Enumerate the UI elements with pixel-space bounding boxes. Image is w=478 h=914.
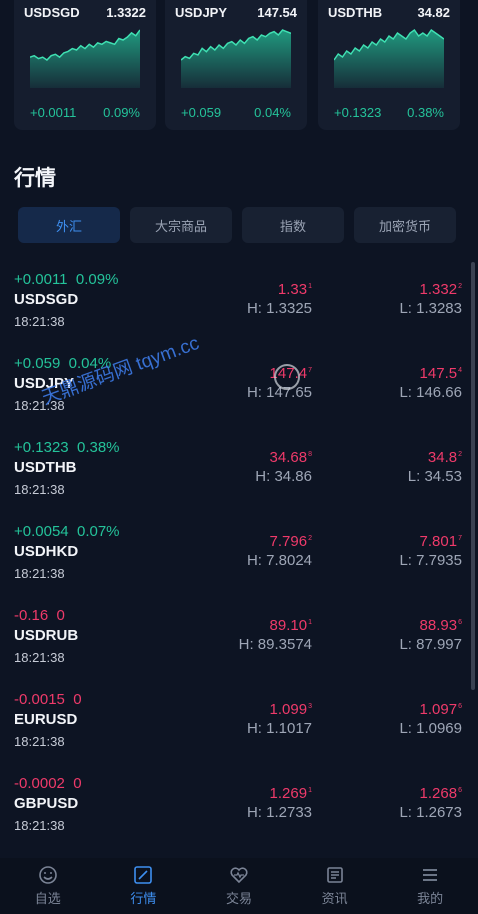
quote-list: +0.0011 0.09% USDSGD 18:21:38 1.331 H: 1…	[0, 260, 470, 848]
market-tabs: 外汇 大宗商品 指数 加密货币	[18, 207, 458, 243]
sparkline-chart	[30, 29, 140, 88]
card-percent: 0.04%	[254, 105, 291, 120]
card-percent: 0.38%	[407, 105, 444, 120]
high-price: H: 7.8024	[246, 552, 312, 569]
row-time: 18:21:38	[14, 482, 65, 497]
card-change: +0.1323	[334, 105, 382, 120]
low-price: L: 7.7935	[399, 552, 462, 569]
quote-row[interactable]: -0.0015 0 EURUSD 18:21:38 1.0993 H: 1.10…	[0, 680, 470, 764]
row-symbol: GBPUSD	[14, 795, 79, 812]
ask-price: 1.0976	[419, 701, 462, 718]
row-symbol: USDSGD	[14, 291, 79, 308]
row-time: 18:21:38	[14, 818, 65, 833]
card-symbol: USDTHB	[328, 5, 383, 20]
tab-commodities[interactable]: 大宗商品	[130, 207, 232, 243]
bid-price: 34.688	[269, 449, 312, 466]
card-change: +0.0011	[30, 105, 77, 120]
tab-forex[interactable]: 外汇	[18, 207, 120, 243]
smiley-icon	[38, 866, 57, 884]
quote-row[interactable]: +0.0011 0.09% USDSGD 18:21:38 1.331 H: 1…	[0, 260, 470, 344]
sparkline-chart	[181, 29, 291, 88]
chart-square-icon	[134, 866, 153, 884]
row-symbol: USDHKD	[14, 543, 79, 560]
high-price: H: 1.3325	[246, 300, 312, 317]
row-time: 18:21:38	[14, 734, 65, 749]
low-price: L: 87.997	[399, 636, 462, 653]
bid-price: 1.331	[277, 281, 312, 298]
row-change: -0.0015 0	[14, 691, 82, 708]
high-price: H: 1.1017	[246, 720, 312, 737]
row-change: -0.16 0	[14, 607, 65, 624]
ask-price: 88.936	[419, 617, 462, 634]
bid-price: 7.7962	[269, 533, 312, 550]
card-price: 147.54	[257, 5, 297, 20]
row-change: +0.0054 0.07%	[14, 523, 120, 540]
nav-item-watchlist[interactable]: 自选	[0, 858, 96, 914]
bottom-nav: 自选 行情 交易 资讯 我的	[0, 858, 478, 914]
row-time: 18:21:38	[14, 566, 65, 581]
bid-price: 1.2691	[269, 785, 312, 802]
card-symbol: USDSGD	[24, 5, 80, 20]
ask-price: 1.3322	[419, 281, 462, 298]
nav-item-trade[interactable]: 交易	[191, 858, 287, 914]
ask-price: 1.2686	[419, 785, 462, 802]
high-price: H: 1.2733	[246, 804, 312, 821]
row-symbol: EURUSD	[14, 711, 78, 728]
row-change: +0.0011 0.09%	[14, 271, 119, 288]
card-percent: 0.09%	[103, 105, 140, 120]
low-price: L: 1.0969	[399, 720, 462, 737]
quote-row[interactable]: -0.0002 0 GBPUSD 18:21:38 1.2691 H: 1.27…	[0, 764, 470, 848]
low-price: L: 1.2673	[399, 804, 462, 821]
nav-item-profile[interactable]: 我的	[382, 858, 478, 914]
sparkline-area	[181, 30, 291, 88]
heart-pulse-icon	[230, 867, 248, 884]
menu-lines-icon	[423, 869, 438, 881]
high-price: H: 89.3574	[238, 636, 312, 653]
row-change: -0.0002 0	[14, 775, 82, 792]
tab-indices[interactable]: 指数	[242, 207, 344, 243]
row-time: 18:21:38	[14, 650, 65, 665]
card-symbol: USDJPY	[175, 5, 228, 20]
quote-row[interactable]: -0.16 0 USDRUB 18:21:38 89.101 H: 89.357…	[0, 596, 470, 680]
nav-label: 我的	[417, 891, 444, 906]
low-price: L: 34.53	[407, 468, 462, 485]
newspaper-icon	[326, 867, 343, 883]
row-symbol: USDRUB	[14, 627, 79, 644]
row-time: 18:21:38	[14, 314, 65, 329]
bid-price: 89.101	[269, 617, 312, 634]
row-symbol: USDTHB	[14, 459, 77, 476]
ticker-cards: USDSGD 1.3322 +0.0011 0.09% USDJPY 147.5…	[14, 0, 478, 130]
ask-price: 34.82	[427, 449, 462, 466]
bid-price: 1.0993	[269, 701, 312, 718]
nav-item-news[interactable]: 资讯	[287, 858, 383, 914]
nav-label: 资讯	[321, 891, 348, 906]
ticker-card[interactable]: USDSGD 1.3322 +0.0011 0.09%	[14, 0, 156, 130]
row-change: +0.1323 0.38%	[14, 439, 120, 456]
quote-row[interactable]: +0.0054 0.07% USDHKD 18:21:38 7.7962 H: …	[0, 512, 470, 596]
ask-price: 147.54	[419, 365, 462, 382]
low-price: L: 146.66	[399, 384, 462, 401]
quote-row[interactable]: +0.1323 0.38% USDTHB 18:21:38 34.688 H: …	[0, 428, 470, 512]
card-change: +0.059	[181, 105, 222, 120]
page-title: 行情	[14, 167, 56, 190]
card-price: 1.3322	[106, 5, 146, 20]
tab-crypto[interactable]: 加密货币	[354, 207, 456, 243]
loading-spinner-icon	[274, 364, 300, 390]
scrollbar[interactable]	[471, 262, 475, 690]
nav-label: 行情	[130, 891, 157, 906]
sparkline-chart	[334, 28, 444, 88]
ticker-card[interactable]: USDTHB 34.82 +0.1323 0.38%	[318, 0, 460, 130]
nav-label: 交易	[225, 891, 252, 906]
ask-price: 7.8017	[419, 533, 462, 550]
high-price: H: 34.86	[255, 468, 312, 485]
nav-item-market[interactable]: 行情	[96, 858, 192, 914]
sparkline-area	[334, 30, 444, 88]
low-price: L: 1.3283	[399, 300, 462, 317]
card-price: 34.82	[417, 5, 450, 20]
nav-label: 自选	[34, 891, 61, 906]
ticker-card[interactable]: USDJPY 147.54 +0.059 0.04%	[165, 0, 307, 130]
